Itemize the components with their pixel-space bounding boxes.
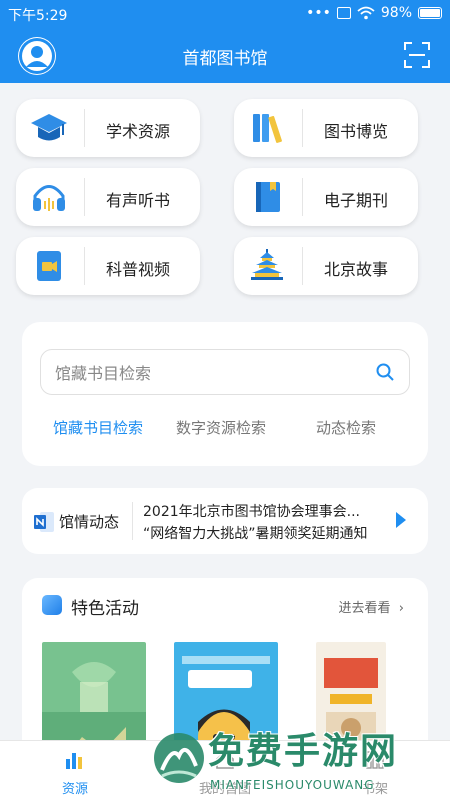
tile-e-journals[interactable]: 电子期刊 — [234, 168, 418, 226]
watermark-text: 免费手游网 — [208, 731, 399, 772]
tile-divider — [84, 109, 85, 147]
featured-title: 特色活动 — [71, 599, 139, 619]
tile-science-videos[interactable]: 科普视频 — [16, 237, 200, 295]
news-card[interactable]: 馆情动态 2021年北京市图书馆协会理事会... “网络智力大挑战”暑期领奖延期… — [22, 488, 428, 554]
tab-digital-search[interactable]: 数字资源检索 — [176, 417, 266, 438]
books-icon — [253, 114, 282, 143]
video-icon — [37, 251, 61, 281]
featured-icon — [42, 595, 62, 615]
more-label: 进去看看 — [338, 601, 391, 616]
more-link[interactable]: 进去看看 › — [339, 597, 404, 616]
graduation-cap-icon — [31, 114, 67, 141]
search-card: 馆藏书目检索 数字资源检索 动态检索 — [22, 322, 428, 466]
app-bar: 首都图书馆 — [0, 28, 450, 83]
page-title: 首都图书馆 — [182, 49, 268, 69]
tile-label: 电子期刊 — [324, 191, 389, 210]
news-item[interactable]: “网络智力大挑战”暑期领奖延期通知 — [143, 523, 383, 543]
watermark-subtext: MIANFEISHOUYOUWANG — [210, 778, 375, 792]
search-icon[interactable] — [375, 362, 395, 382]
search-box — [40, 349, 410, 395]
more-dots-icon: ••• — [306, 5, 331, 21]
search-input[interactable] — [55, 360, 355, 386]
tile-label: 学术资源 — [106, 122, 171, 141]
sim-icon — [336, 7, 351, 19]
chevron-right-icon: › — [398, 601, 404, 616]
tile-audiobooks[interactable]: 有声听书 — [16, 168, 200, 226]
status-time: 下午5:29 — [8, 8, 68, 24]
watermark-logo-icon — [154, 733, 204, 783]
news-icon — [34, 512, 54, 532]
tile-divider — [84, 178, 85, 216]
tile-divider — [302, 247, 303, 285]
tile-label: 有声听书 — [106, 191, 171, 210]
status-icons: ••• 98% — [306, 5, 442, 21]
temple-of-heaven-icon — [251, 249, 283, 280]
tile-label: 科普视频 — [106, 260, 171, 279]
news-divider — [132, 502, 133, 540]
nav-label: 资源 — [61, 782, 88, 797]
watermark: 免费手游网 MIANFEISHOUYOUWANG — [150, 718, 450, 800]
tile-academic-resources[interactable]: 学术资源 — [16, 99, 200, 157]
news-item[interactable]: 2021年北京市图书馆协会理事会... — [143, 501, 383, 521]
tile-divider — [84, 247, 85, 285]
tile-divider — [302, 178, 303, 216]
nav-resources[interactable]: 资源 — [0, 741, 150, 800]
tile-beijing-stories[interactable]: 北京故事 — [234, 237, 418, 295]
tile-label: 图书博览 — [324, 122, 389, 141]
tab-dynamic-search[interactable]: 动态检索 — [316, 417, 376, 438]
tab-catalog-search[interactable]: 馆藏书目检索 — [53, 417, 143, 438]
news-label: 馆情动态 — [59, 513, 120, 531]
tile-book-expo[interactable]: 图书博览 — [234, 99, 418, 157]
status-bar: 下午5:29 ••• 98% — [0, 0, 450, 28]
wifi-icon — [357, 6, 375, 20]
tile-label: 北京故事 — [324, 260, 389, 279]
scan-icon[interactable] — [404, 42, 430, 68]
play-arrow-icon[interactable] — [396, 512, 406, 528]
headphones-icon — [33, 185, 65, 211]
tile-divider — [302, 109, 303, 147]
ebook-icon — [256, 182, 280, 212]
battery-icon — [418, 7, 442, 19]
resources-icon — [66, 753, 82, 769]
battery-level: 98% — [380, 5, 412, 21]
